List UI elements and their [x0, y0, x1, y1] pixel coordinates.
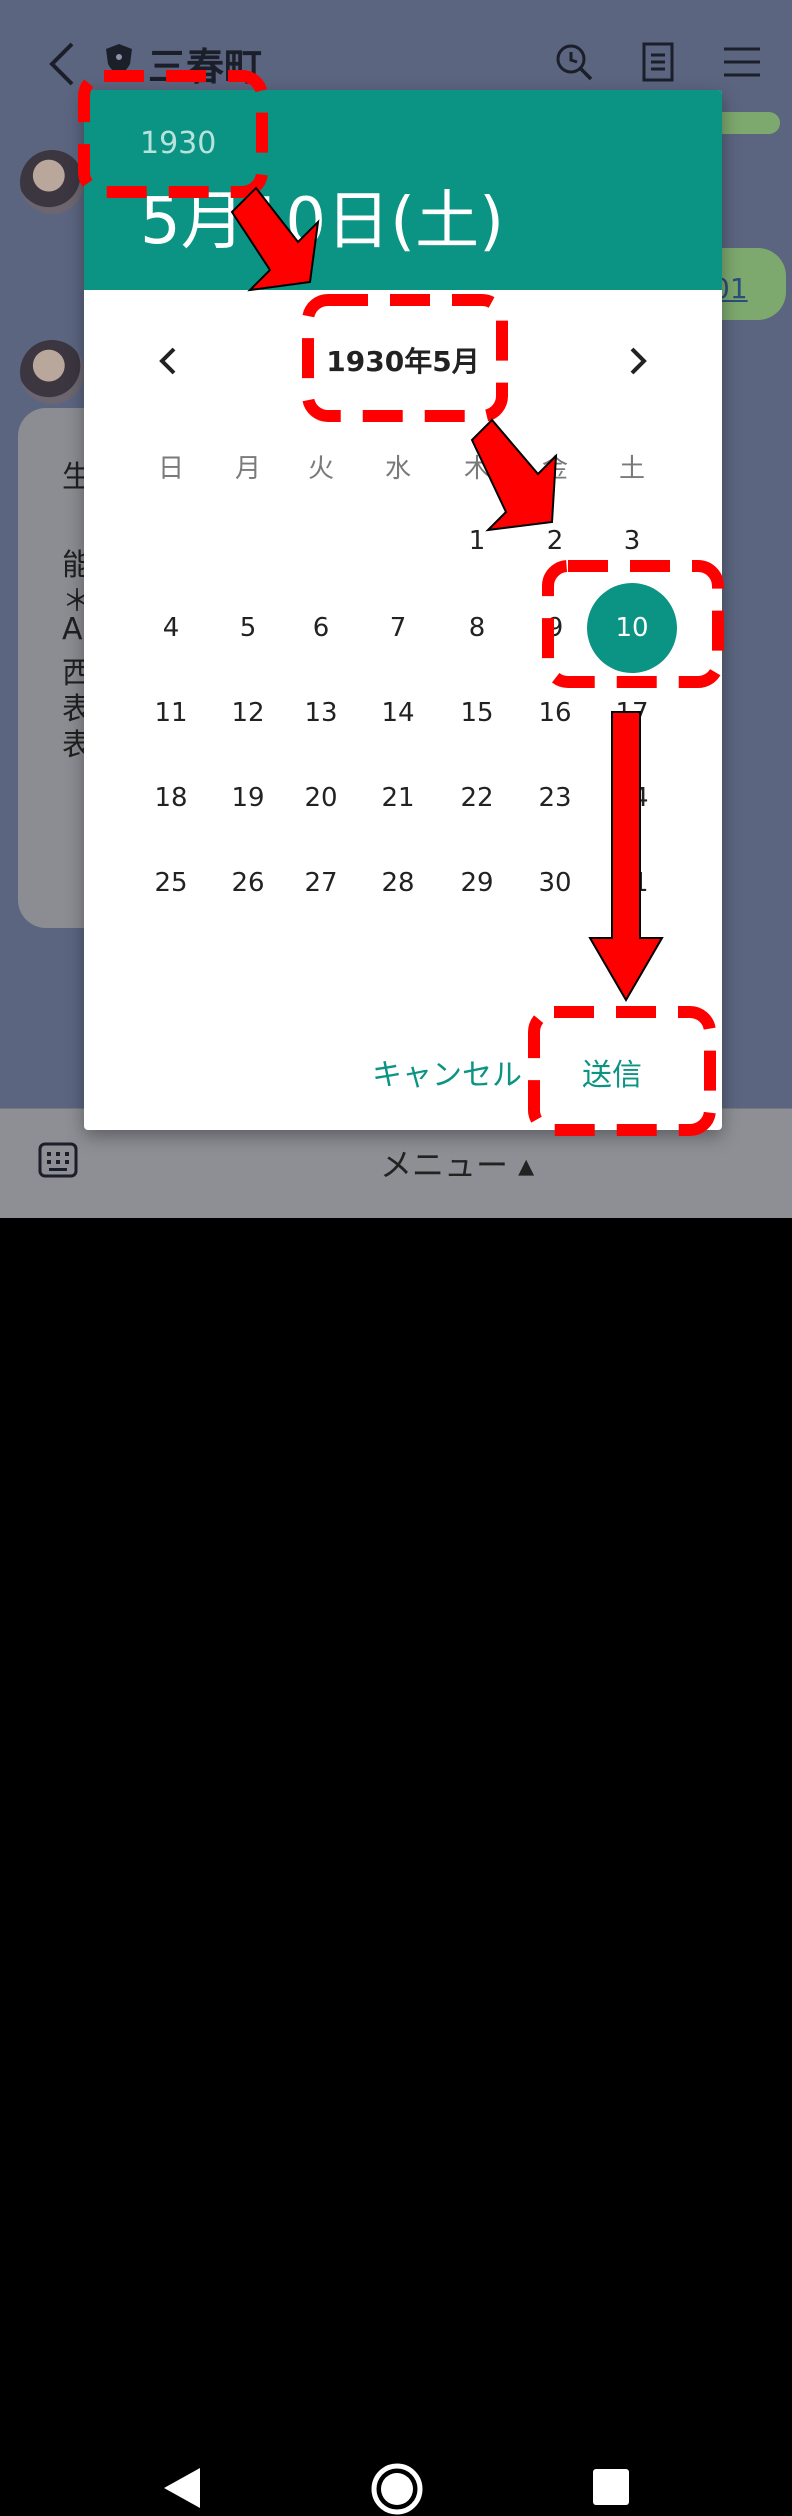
weekday-label: 水	[384, 454, 411, 484]
menu-toggle[interactable]: メニュー ▴	[380, 1140, 534, 1186]
day-cell[interactable]: 16	[525, 683, 585, 743]
day-cell[interactable]: 25	[141, 853, 201, 913]
nav-recent-icon[interactable]	[593, 2469, 629, 2505]
day-cell[interactable]: 13	[291, 683, 351, 743]
day-cell[interactable]: 9	[525, 598, 585, 658]
day-cell[interactable]: 29	[447, 853, 507, 913]
date-picker-dialog: 1930 5月10日(土) 1930年5月 日 月 火 水 木 金 土 1 2 …	[84, 90, 722, 1130]
day-cell[interactable]: 15	[447, 683, 507, 743]
day-cell[interactable]: 12	[218, 683, 278, 743]
day-cell[interactable]: 6	[291, 598, 351, 658]
system-nav-bar	[0, 1218, 792, 2515]
day-cell[interactable]: 27	[291, 853, 351, 913]
weekday-label: 月	[234, 454, 261, 484]
day-cell[interactable]: 17	[602, 683, 662, 743]
header-selected-date[interactable]: 5月10日(土)	[140, 170, 504, 262]
day-cell[interactable]: 3	[602, 511, 662, 571]
day-cell-selected[interactable]: 10	[587, 583, 677, 673]
day-cell[interactable]: 30	[525, 853, 585, 913]
day-cell[interactable]: 24	[602, 768, 662, 828]
day-cell[interactable]: 7	[368, 598, 428, 658]
day-cell[interactable]: 5	[218, 598, 278, 658]
day-cell[interactable]: 18	[141, 768, 201, 828]
day-cell[interactable]: 21	[368, 768, 428, 828]
send-button[interactable]: 送信	[582, 1050, 642, 1094]
day-cell[interactable]: 4	[141, 598, 201, 658]
keyboard-icon[interactable]	[38, 1142, 78, 1178]
shield-icon	[106, 44, 132, 75]
day-cell[interactable]: 31	[602, 853, 662, 913]
day-cell[interactable]: 8	[447, 598, 507, 658]
day-cell[interactable]: 1	[447, 511, 507, 571]
cancel-button[interactable]: キャンセル	[372, 1050, 522, 1094]
day-cell[interactable]: 19	[218, 768, 278, 828]
weekday-label: 日	[157, 454, 184, 484]
weekday-label: 火	[307, 454, 334, 484]
weekday-label: 木	[463, 454, 490, 484]
day-cell[interactable]: 26	[218, 853, 278, 913]
menu-icon[interactable]	[720, 40, 764, 84]
avatar	[20, 150, 84, 214]
day-cell[interactable]: 11	[141, 683, 201, 743]
chevron-right-icon[interactable]	[624, 345, 652, 377]
day-cell[interactable]: 14	[368, 683, 428, 743]
message-line: A	[62, 612, 83, 647]
back-icon[interactable]	[42, 38, 82, 90]
clock-search-icon[interactable]	[552, 40, 596, 84]
header-year[interactable]: 1930	[140, 126, 216, 161]
weekday-label: 金	[541, 454, 568, 484]
day-cell[interactable]: 2	[525, 511, 585, 571]
avatar	[20, 340, 84, 404]
date-picker-header: 1930 5月10日(土)	[84, 90, 722, 290]
day-cell[interactable]: 23	[525, 768, 585, 828]
day-cell[interactable]: 20	[291, 768, 351, 828]
day-cell[interactable]: 22	[447, 768, 507, 828]
weekday-label: 土	[618, 454, 645, 484]
day-cell[interactable]: 28	[368, 853, 428, 913]
nav-home-icon[interactable]	[370, 2462, 424, 2516]
chat-title: 三春町	[148, 45, 263, 89]
nav-back-icon[interactable]	[160, 2466, 204, 2510]
note-icon[interactable]	[636, 40, 680, 84]
